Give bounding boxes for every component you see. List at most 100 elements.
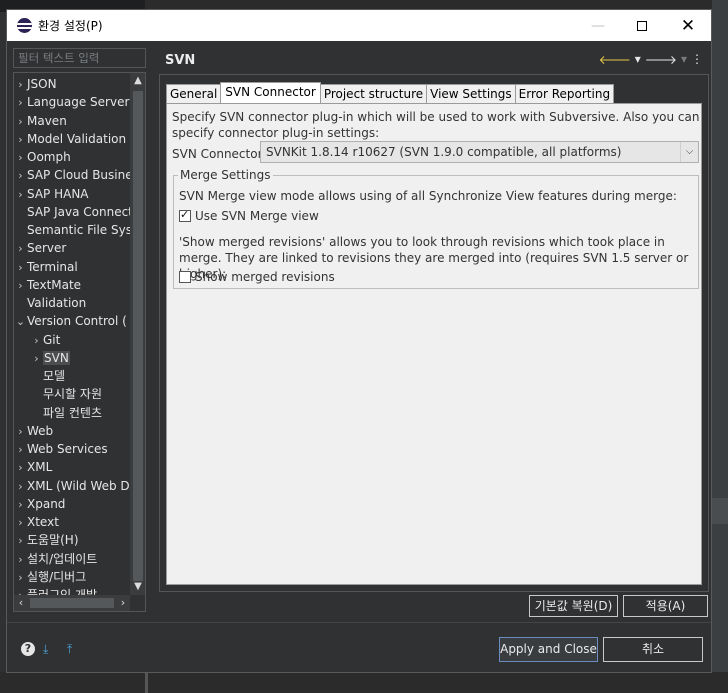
apply-button[interactable]: 적용(A)	[623, 595, 708, 617]
chevron-right-icon[interactable]: ›	[14, 259, 27, 277]
scroll-thumb[interactable]	[133, 91, 143, 581]
show-merged-option[interactable]: Show merged revisions	[179, 269, 335, 285]
tree-item[interactable]: › SAP HANA	[14, 185, 88, 204]
connector-select[interactable]: SVNKit 1.8.14 r10627 (SVN 1.9.0 compatib…	[260, 141, 699, 163]
tree-item[interactable]: 무시할 자원	[30, 385, 102, 403]
view-menu-icon[interactable]: ⋮	[691, 52, 703, 67]
close-icon[interactable]: ✕	[665, 10, 711, 41]
preferences-dialog: 환경 설정(P) — ✕ 필터 텍스트 입력 ›플러그인 개발›실행/디버그›설…	[6, 9, 712, 673]
help-icon[interactable]: ?	[21, 642, 35, 656]
tree-item[interactable]: 파일 컨텐츠	[30, 404, 102, 422]
chevron-right-icon[interactable]: ›	[14, 459, 27, 477]
tree-item[interactable]: SAP Java Connect	[14, 203, 133, 221]
chevron-right-icon[interactable]: ›	[14, 478, 27, 496]
tree-item-label: TextMate	[27, 277, 82, 292]
tree-item[interactable]: Validation	[14, 294, 86, 312]
tab-project-structure[interactable]: Project structure	[319, 84, 428, 104]
chevron-right-icon[interactable]: ›	[14, 131, 27, 149]
chevron-right-icon[interactable]: ›	[14, 113, 27, 131]
scroll-down-icon[interactable]: ▼	[130, 579, 145, 595]
tree-item-label: Web	[27, 423, 54, 438]
scroll-thumb-horizontal[interactable]	[30, 598, 114, 608]
minimize-icon[interactable]: —	[575, 10, 621, 41]
tree-item[interactable]: › TextMate	[14, 276, 81, 294]
tab-view-settings[interactable]: View Settings	[426, 84, 516, 104]
chevron-right-icon[interactable]: ›	[30, 332, 43, 350]
tree-item[interactable]: › Git	[30, 331, 60, 349]
tree-item[interactable]: › Terminal	[14, 258, 78, 277]
tab-error-reporting[interactable]: Error Reporting	[514, 84, 615, 104]
tree-item[interactable]: › XML (Wild Web D	[14, 477, 129, 496]
use-merge-view-label[interactable]: Use SVN Merge view	[195, 209, 319, 223]
back-arrow-icon[interactable]: 🡐	[599, 52, 631, 67]
chevron-right-icon[interactable]: ›	[14, 186, 27, 204]
chevron-right-icon[interactable]: ›	[14, 514, 27, 532]
tree-item[interactable]: › Language Servers	[14, 93, 135, 112]
forward-dropdown-icon[interactable]: ▾	[681, 52, 687, 67]
tree-item[interactable]: › XML	[14, 458, 52, 476]
chevron-right-icon[interactable]: ›	[14, 149, 27, 167]
show-merged-label[interactable]: Show merged revisions	[195, 270, 335, 284]
chevron-right-icon[interactable]: ›	[14, 441, 27, 459]
forward-arrow-icon[interactable]: 🡒	[645, 52, 677, 67]
chevron-right-icon[interactable]: ›	[14, 94, 27, 112]
tree-item[interactable]: › Model Validation	[14, 130, 126, 148]
cancel-button[interactable]: 취소	[603, 637, 703, 662]
use-merge-view-checkbox[interactable]	[179, 208, 191, 222]
chevron-right-icon[interactable]: ›	[14, 240, 27, 258]
chevron-down-icon[interactable]: ⌄	[14, 313, 27, 331]
maximize-icon[interactable]	[619, 10, 665, 41]
chevron-right-icon[interactable]: ›	[14, 496, 27, 514]
scroll-right-icon[interactable]: ›	[116, 595, 130, 611]
preference-page: General SVN Connector Project structure Vie…	[159, 74, 709, 592]
chevron-right-icon[interactable]: ›	[14, 551, 27, 569]
title-bar[interactable]: 환경 설정(P) — ✕	[7, 10, 711, 41]
tree-item[interactable]: › Oomph	[14, 148, 70, 167]
tree-item[interactable]: › Xtext	[14, 513, 59, 531]
chevron-right-icon[interactable]: ›	[14, 532, 27, 550]
tree-horizontal-scrollbar[interactable]: ‹ ›	[14, 595, 130, 611]
tree-item-label: SAP Cloud Busine	[27, 168, 133, 183]
tree-item[interactable]: Semantic File Syst	[14, 221, 137, 239]
chevron-right-icon[interactable]: ›	[14, 423, 27, 441]
filter-input[interactable]: 필터 텍스트 입력	[13, 48, 146, 68]
tree-item[interactable]: › Web	[14, 422, 53, 440]
tree-item-label: Xtext	[27, 515, 59, 529]
tree-item[interactable]: › Xpand	[14, 495, 65, 513]
apply-and-close-button[interactable]: Apply and Close	[499, 637, 598, 662]
chevron-down-icon[interactable]: ⌵	[680, 142, 698, 162]
tree-item[interactable]: › 설치/업데이트	[14, 550, 97, 568]
tree-item[interactable]: › JSON	[14, 75, 56, 94]
tree-item[interactable]: › Server	[14, 239, 66, 257]
show-merged-checkbox[interactable]	[179, 271, 191, 283]
chevron-right-icon[interactable]: ›	[14, 76, 27, 94]
tree-item-label: SAP Java Connect	[27, 204, 133, 219]
chevron-right-icon[interactable]: ›	[14, 569, 27, 587]
tree-item[interactable]: 모델	[30, 367, 65, 385]
tab-svn-connector[interactable]: SVN Connector	[220, 82, 321, 104]
tree-item[interactable]: › SVN	[30, 349, 70, 367]
background-right-panel	[712, 498, 728, 524]
scroll-up-icon[interactable]: ▲	[130, 73, 145, 89]
import-icon[interactable]: ⤓	[43, 642, 59, 656]
chevron-right-icon[interactable]: ›	[14, 167, 27, 185]
tree-item[interactable]: ⌄ Version Control (	[14, 312, 127, 330]
chevron-right-icon[interactable]: ›	[14, 277, 27, 295]
tree-item[interactable]: › SAP Cloud Busine	[14, 166, 133, 185]
tree-item-label: Terminal	[27, 259, 78, 274]
scroll-left-icon[interactable]: ‹	[14, 595, 28, 611]
tree-item-label: Server	[27, 241, 67, 256]
tree-item-label: Semantic File Syst	[27, 223, 137, 237]
chevron-right-icon[interactable]: ›	[30, 350, 43, 368]
tree-item[interactable]: › 도움말(H)	[14, 531, 78, 550]
tree-item[interactable]: › Maven	[14, 112, 67, 130]
back-dropdown-icon[interactable]: ▾	[635, 52, 641, 67]
export-icon[interactable]: ⤒	[67, 642, 83, 656]
tree-item[interactable]: › 실행/디버그	[14, 568, 86, 586]
tree-item[interactable]: › Web Services	[14, 440, 107, 459]
restore-defaults-button[interactable]: 기본값 복원(D)	[529, 595, 618, 617]
tab-general[interactable]: General	[166, 84, 222, 104]
preferences-tree[interactable]: ›플러그인 개발›실행/디버그›설치/업데이트›도움말(H)›Xtext›Xpa…	[13, 72, 146, 612]
use-merge-view-option[interactable]: Use SVN Merge view	[179, 208, 319, 224]
tree-vertical-scrollbar[interactable]: ▲ ▼	[130, 73, 145, 595]
